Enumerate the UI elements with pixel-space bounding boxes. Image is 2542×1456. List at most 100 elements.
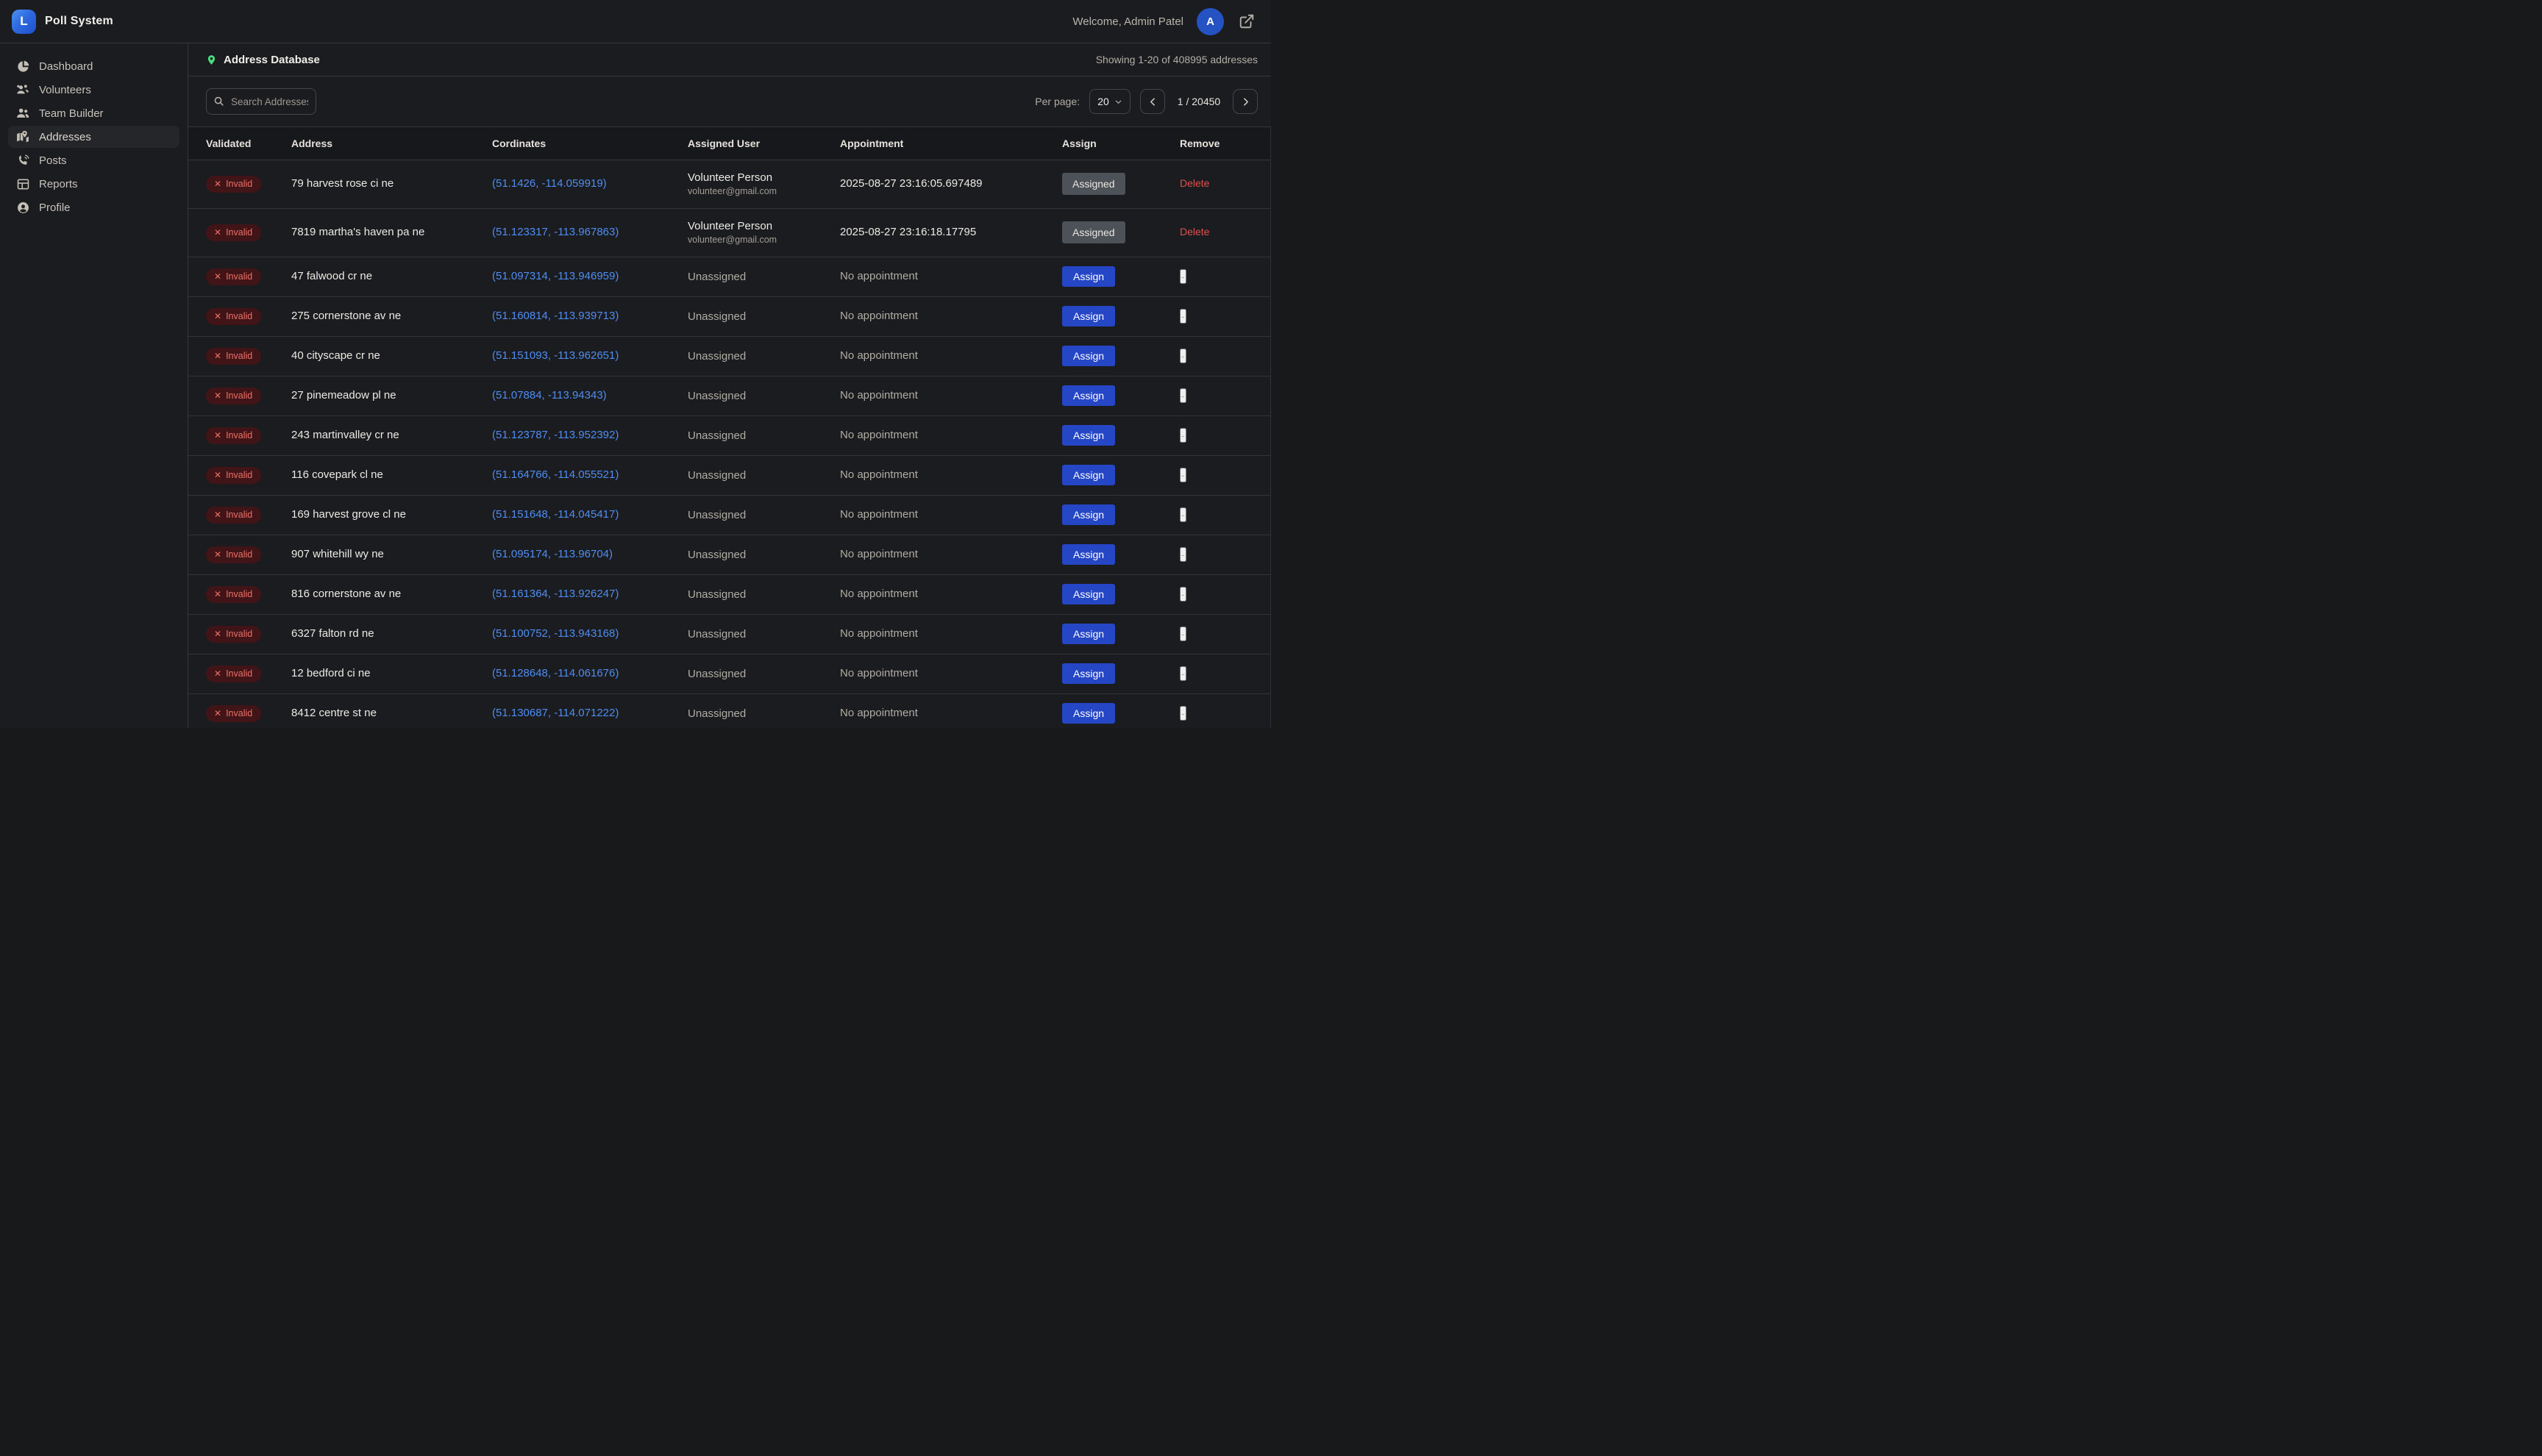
x-icon: ✕ — [214, 391, 221, 400]
table-row: ✕ Invalid 243 martinvalley cr ne (51.123… — [188, 415, 1270, 455]
appointment-text: 2025-08-27 23:16:18.17795 — [840, 226, 976, 238]
coordinates-link[interactable]: (51.161364, -113.926247) — [492, 588, 619, 600]
assign-button[interactable]: Assign — [1062, 663, 1115, 684]
assigned-user-cell: Unassigned — [688, 549, 840, 561]
coordinates-link[interactable]: (51.07884, -113.94343) — [492, 389, 607, 402]
table-row: ✕ Invalid 7819 martha's haven pa ne (51.… — [188, 208, 1270, 257]
appointment-text: No appointment — [840, 548, 918, 560]
table-row: ✕ Invalid 40 cityscape cr ne (51.151093,… — [188, 336, 1270, 376]
assign-button[interactable]: Assign — [1062, 703, 1115, 724]
assign-button[interactable]: Assign — [1062, 266, 1115, 287]
address-text: 169 harvest grove cl ne — [291, 508, 406, 521]
next-page-button[interactable] — [1233, 89, 1258, 114]
assign-button[interactable]: Assign — [1062, 425, 1115, 446]
assign-button[interactable]: Assign — [1062, 346, 1115, 366]
welcome-text: Welcome, Admin Patel — [1072, 15, 1183, 28]
user-name: Unassigned — [688, 668, 840, 680]
appointment-text: No appointment — [840, 508, 918, 521]
assigned-user-cell: Volunteer Person volunteer@gmail.com — [688, 220, 840, 245]
users-icon — [15, 82, 30, 97]
pagination: Per page: 20 1 / 20450 — [1035, 89, 1258, 114]
user-email: volunteer@gmail.com — [688, 235, 840, 245]
coordinates-link[interactable]: (51.164766, -114.055521) — [492, 468, 619, 481]
coordinates-link[interactable]: (51.1426, -114.059919) — [492, 177, 607, 190]
address-text: 116 covepark cl ne — [291, 468, 383, 481]
page-title: Address Database — [224, 54, 320, 66]
coordinates-link[interactable]: (51.123787, -113.952392) — [492, 429, 619, 441]
coordinates-link[interactable]: (51.128648, -114.061676) — [492, 667, 619, 679]
assign-button[interactable]: Assigned — [1062, 173, 1125, 195]
assigned-user-cell: Unassigned — [688, 469, 840, 482]
table-row: ✕ Invalid 8412 centre st ne (51.130687, … — [188, 693, 1270, 728]
assign-button[interactable]: Assign — [1062, 624, 1115, 644]
sidebar-item-label: Posts — [39, 154, 67, 167]
coordinates-link[interactable]: (51.160814, -113.939713) — [492, 310, 619, 322]
coordinates-link[interactable]: (51.095174, -113.96704) — [492, 548, 613, 560]
sidebar-item-profile[interactable]: Profile — [8, 196, 179, 218]
invalid-badge: ✕ Invalid — [206, 176, 261, 193]
remove-placeholder: - — [1180, 587, 1186, 602]
invalid-badge: ✕ Invalid — [206, 427, 261, 444]
assign-button[interactable]: Assign — [1062, 385, 1115, 406]
x-icon: ✕ — [214, 351, 221, 360]
coordinates-link[interactable]: (51.100752, -113.943168) — [492, 627, 619, 640]
delete-button[interactable]: Delete — [1180, 177, 1209, 189]
sidebar-item-label: Volunteers — [39, 84, 91, 96]
coordinates-link[interactable]: (51.123317, -113.967863) — [492, 226, 619, 238]
appointment-text: No appointment — [840, 310, 918, 322]
coordinates-link[interactable]: (51.130687, -114.071222) — [492, 707, 619, 719]
assigned-user-cell: Unassigned — [688, 271, 840, 283]
table-row: ✕ Invalid 47 falwood cr ne (51.097314, -… — [188, 257, 1270, 296]
invalid-badge: ✕ Invalid — [206, 224, 261, 241]
x-icon: ✕ — [214, 228, 221, 237]
remove-placeholder: - — [1180, 706, 1186, 721]
app-window: L Poll System Welcome, Admin Patel A — [0, 0, 1271, 728]
assign-button[interactable]: Assign — [1062, 584, 1115, 604]
shell: Dashboard Volunteers — [0, 43, 1271, 728]
sidebar-item-team-builder[interactable]: Team Builder — [8, 102, 179, 124]
x-icon: ✕ — [214, 471, 221, 479]
coordinates-link[interactable]: (51.151093, -113.962651) — [492, 349, 619, 362]
topbar: L Poll System Welcome, Admin Patel A — [0, 0, 1271, 43]
sidebar-item-reports[interactable]: Reports — [8, 173, 179, 195]
assigned-user-cell: Volunteer Person volunteer@gmail.com — [688, 171, 840, 196]
user-name: Unassigned — [688, 390, 840, 402]
sidebar-item-label: Profile — [39, 201, 71, 214]
external-link-icon[interactable] — [1237, 12, 1256, 31]
coordinates-link[interactable]: (51.151648, -114.045417) — [492, 508, 619, 521]
x-icon: ✕ — [214, 272, 221, 281]
address-text: 275 cornerstone av ne — [291, 310, 401, 322]
assign-button[interactable]: Assigned — [1062, 221, 1125, 243]
user-name: Unassigned — [688, 429, 840, 442]
assign-button[interactable]: Assign — [1062, 504, 1115, 525]
table-icon — [15, 176, 30, 191]
x-icon: ✕ — [214, 312, 221, 321]
avatar[interactable]: A — [1197, 8, 1224, 35]
remove-placeholder: - — [1180, 468, 1186, 482]
table-row: ✕ Invalid 816 cornerstone av ne (51.1613… — [188, 574, 1270, 614]
sidebar-item-volunteers[interactable]: Volunteers — [8, 79, 179, 101]
per-page-select[interactable]: 20 — [1089, 89, 1131, 114]
address-text: 7819 martha's haven pa ne — [291, 226, 424, 238]
column-header-cordinates: Cordinates — [492, 127, 688, 160]
page-indicator: 1 / 20450 — [1175, 96, 1223, 107]
remove-placeholder: - — [1180, 309, 1186, 324]
assign-button[interactable]: Assign — [1062, 465, 1115, 485]
sidebar-item-posts[interactable]: Posts — [8, 149, 179, 171]
appointment-text: No appointment — [840, 349, 918, 362]
appointment-text: No appointment — [840, 627, 918, 640]
user-name: Unassigned — [688, 310, 840, 323]
prev-page-button[interactable] — [1140, 89, 1165, 114]
search-input[interactable] — [206, 88, 316, 115]
delete-button[interactable]: Delete — [1180, 226, 1209, 238]
sidebar-item-addresses[interactable]: Addresses — [8, 126, 179, 148]
brand: L Poll System — [12, 10, 113, 34]
assign-button[interactable]: Assign — [1062, 544, 1115, 565]
assigned-user-cell: Unassigned — [688, 310, 840, 323]
assign-button[interactable]: Assign — [1062, 306, 1115, 326]
map-pin-icon — [206, 54, 217, 65]
sidebar-item-dashboard[interactable]: Dashboard — [8, 55, 179, 77]
coordinates-link[interactable]: (51.097314, -113.946959) — [492, 270, 619, 282]
sidebar-item-label: Reports — [39, 178, 78, 190]
app-title: Poll System — [45, 15, 113, 28]
